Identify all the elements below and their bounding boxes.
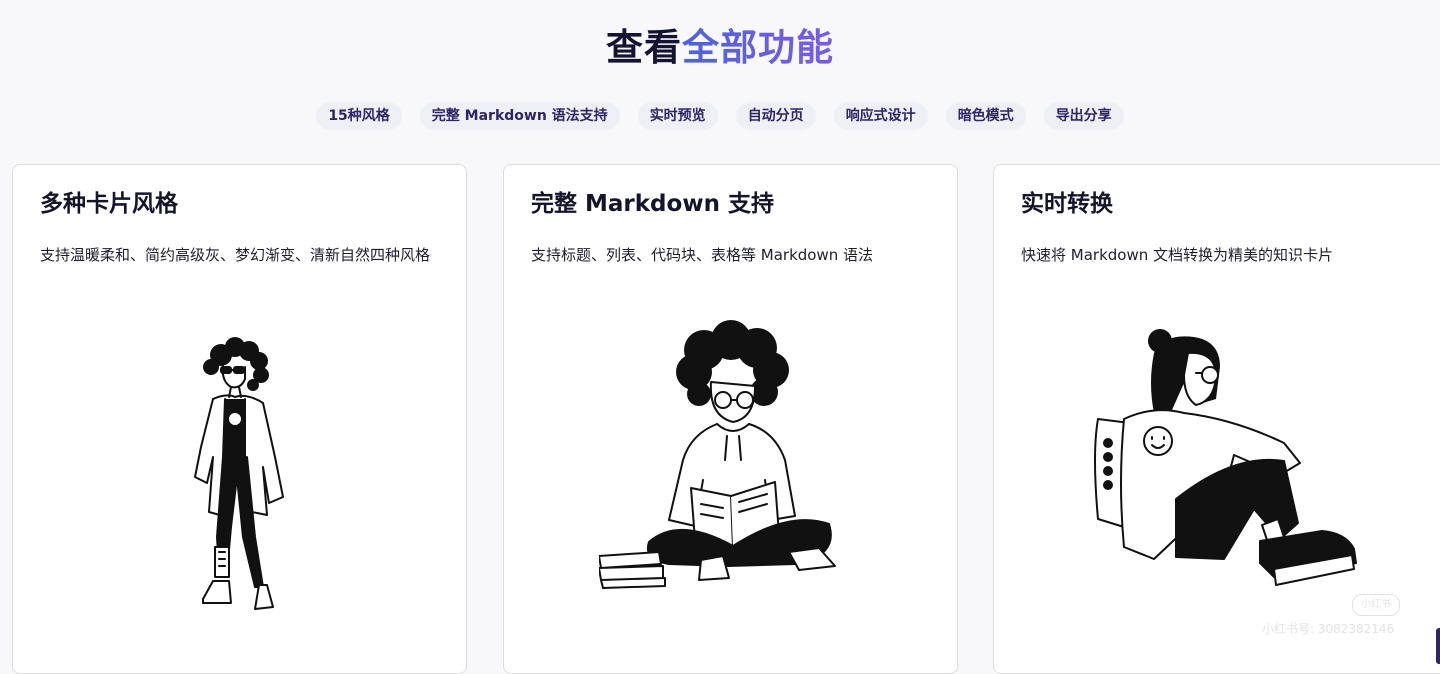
page-title: 查看全部功能 [0, 22, 1440, 74]
tag-export-share[interactable]: 导出分享 [1043, 102, 1124, 130]
tag-live-preview[interactable]: 实时预览 [637, 102, 718, 130]
page-title-accent: 全部功能 [682, 26, 834, 69]
card-description: 支持标题、列表、代码块、表格等 Markdown 语法 [531, 246, 873, 264]
tag-dark-mode[interactable]: 暗色模式 [945, 102, 1026, 130]
card-title: 多种卡片风格 [40, 191, 178, 217]
card-title: 实时转换 [1021, 191, 1113, 217]
feature-card-styles: 多种卡片风格 支持温暖柔和、简约高级灰、梦幻渐变、清新自然四种风格 [12, 164, 467, 674]
tag-markdown-syntax[interactable]: 完整 Markdown 语法支持 [419, 102, 620, 130]
watermark-text: 小红书号: 3082382146 [1262, 622, 1395, 636]
tag-responsive[interactable]: 响应式设计 [833, 102, 928, 130]
card-description: 快速将 Markdown 文档转换为精美的知识卡片 [1021, 246, 1333, 264]
corner-scroll-button[interactable] [1436, 628, 1440, 664]
woman-standing-illustration [194, 337, 284, 610]
tag-styles[interactable]: 15种风格 [316, 102, 402, 130]
woman-reading-book-illustration [599, 320, 836, 589]
feature-tag-list: 15种风格 完整 Markdown 语法支持 实时预览 自动分页 响应式设计 暗… [0, 102, 1440, 130]
card-title: 完整 Markdown 支持 [531, 191, 774, 217]
watermark-badge: 小红书 [1352, 594, 1400, 616]
girl-sitting-illustration [1094, 329, 1357, 586]
page-title-plain: 查看 [606, 26, 682, 69]
feature-card-markdown: 完整 Markdown 支持 支持标题、列表、代码块、表格等 Markdown … [503, 164, 958, 674]
tag-auto-pagination[interactable]: 自动分页 [735, 102, 816, 130]
card-description: 支持温暖柔和、简约高级灰、梦幻渐变、清新自然四种风格 [40, 246, 431, 264]
